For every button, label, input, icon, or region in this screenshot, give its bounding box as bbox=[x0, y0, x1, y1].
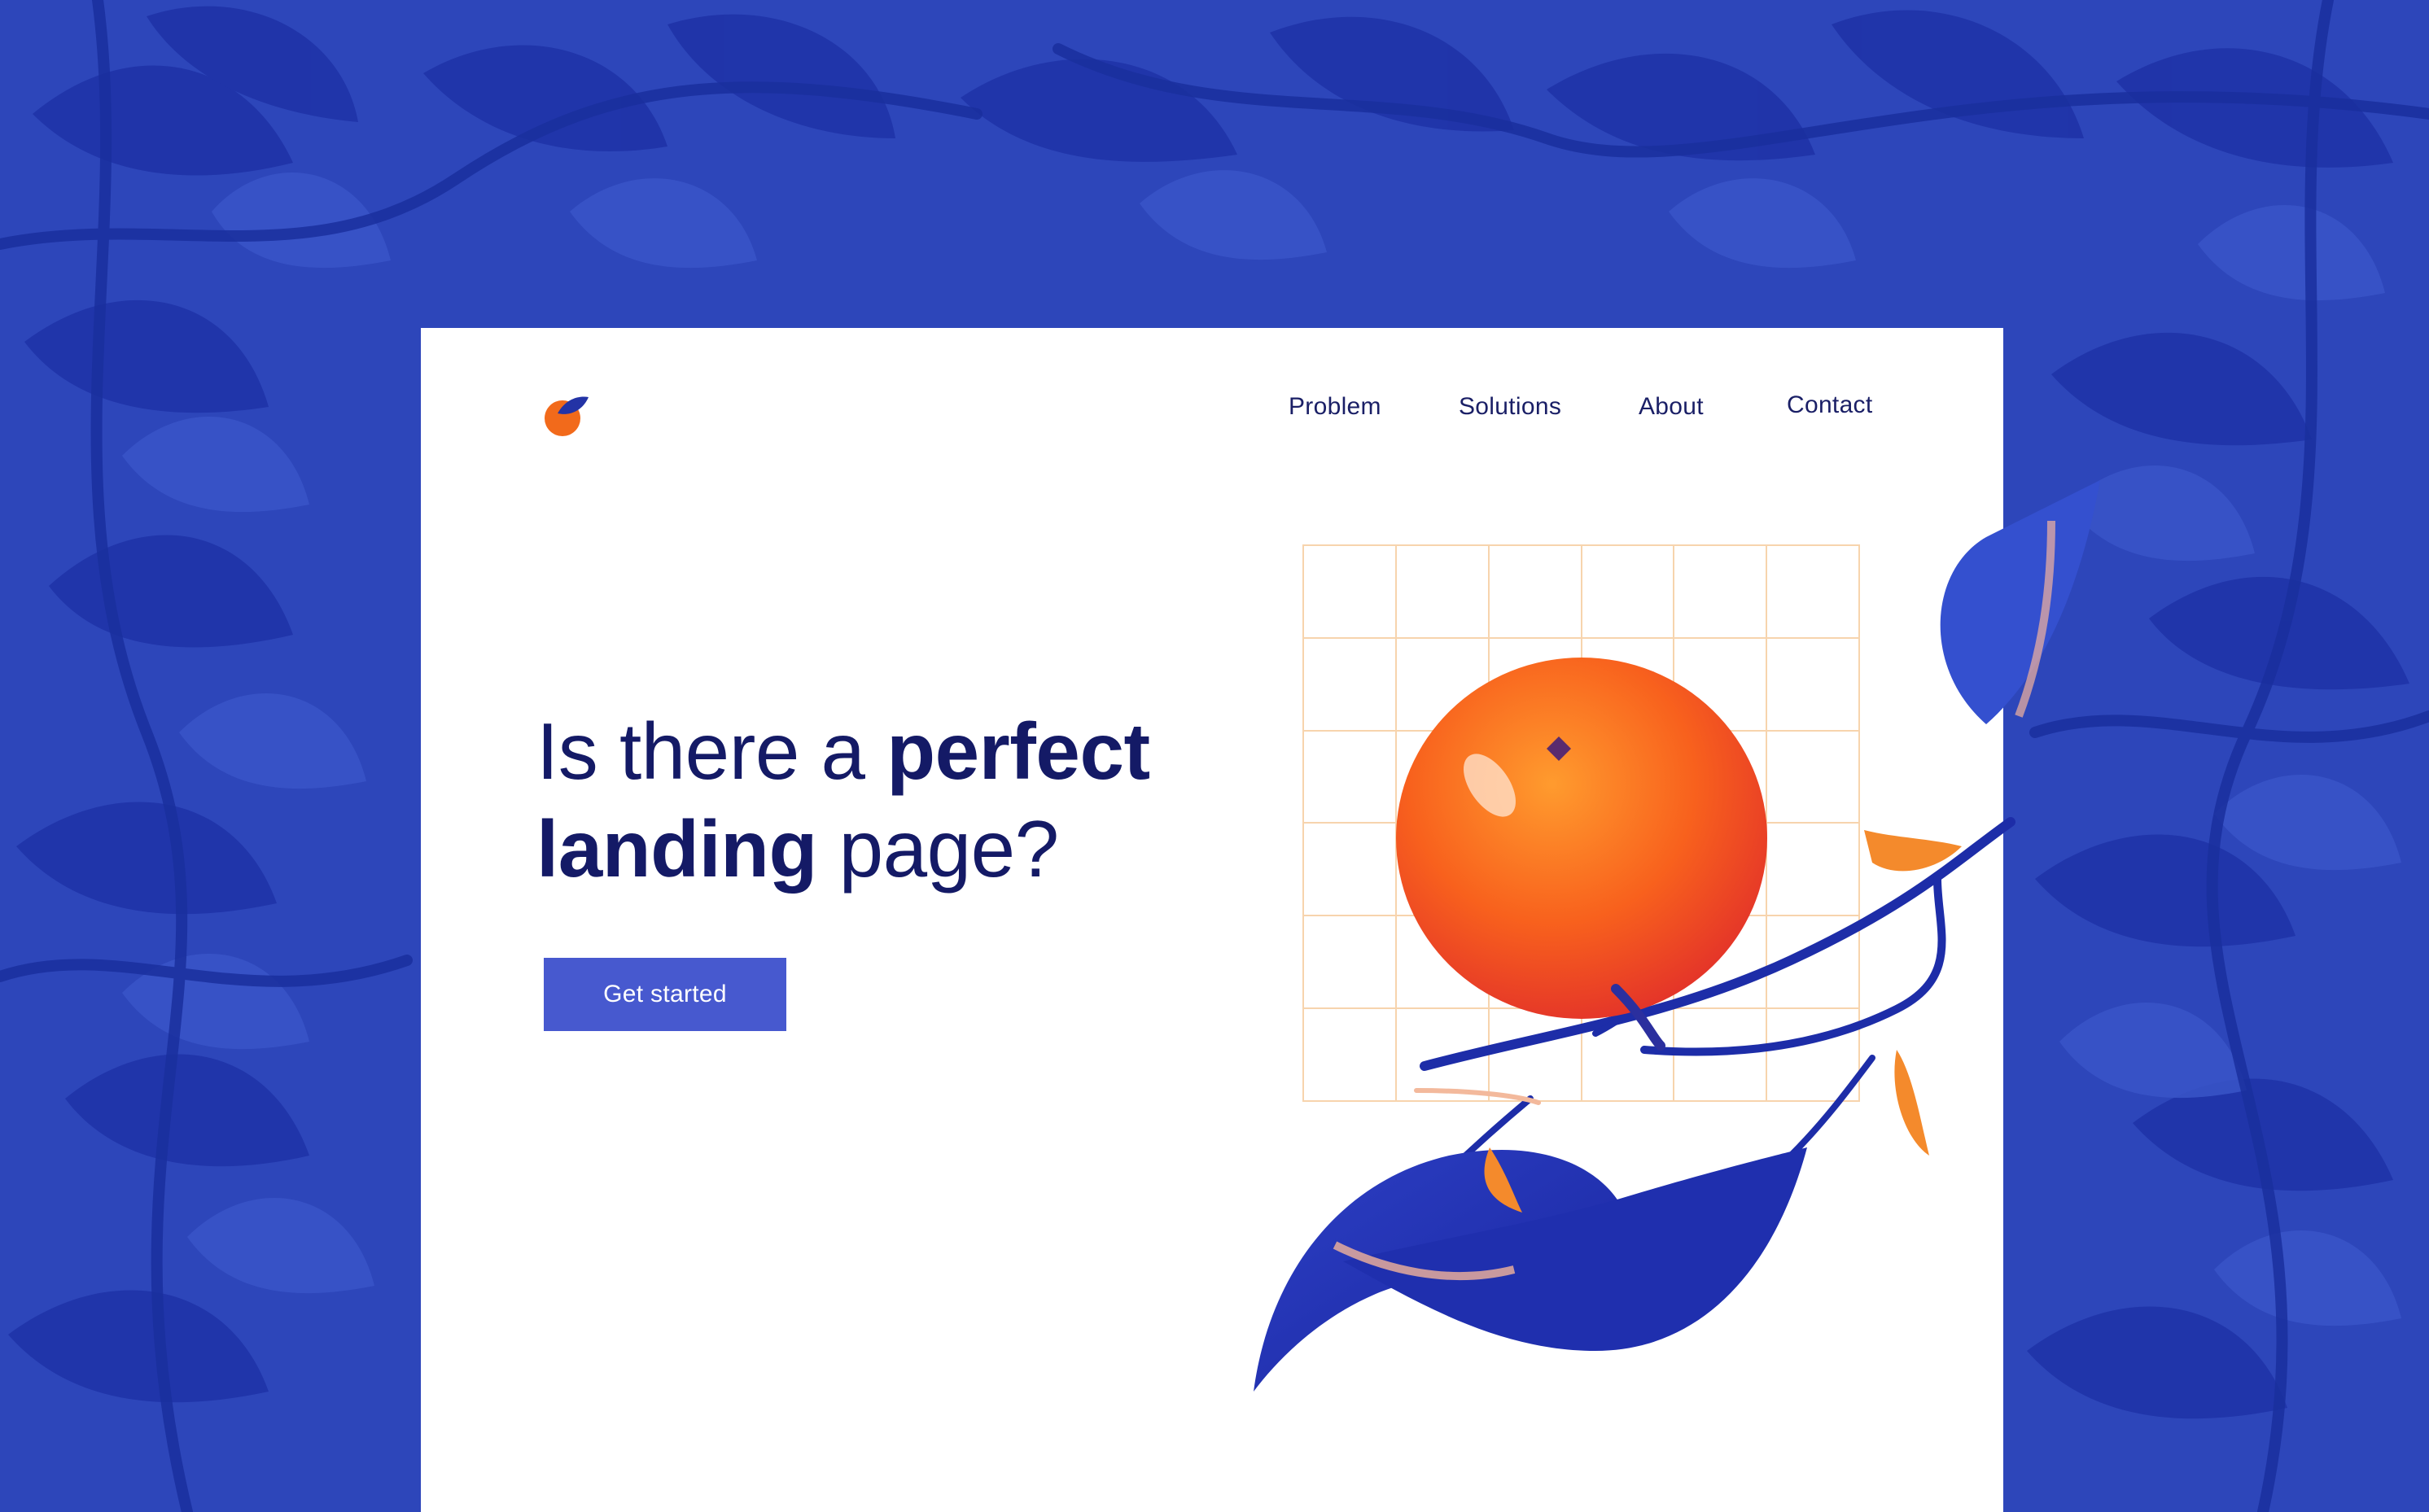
hero-title: Is there a perfect landing page? bbox=[536, 702, 1150, 898]
hero-title-bold-1: perfect bbox=[886, 706, 1150, 796]
hero-title-part-1: Is there a bbox=[536, 706, 865, 796]
nav-link-about[interactable]: About bbox=[1639, 393, 1704, 421]
nav-link-contact[interactable]: Contact bbox=[1787, 391, 1873, 419]
main-nav: Problem Solutions About Contact bbox=[421, 391, 2003, 442]
nav-link-problem[interactable]: Problem bbox=[1289, 393, 1381, 421]
nav-link-solutions[interactable]: Solutions bbox=[1459, 393, 1561, 421]
landing-page-card: Problem Solutions About Contact Is there… bbox=[421, 328, 2003, 1512]
hero-title-part-2: page? bbox=[838, 804, 1060, 894]
hero-title-bold-2: landing bbox=[536, 804, 817, 894]
get-started-button[interactable]: Get started bbox=[544, 958, 786, 1031]
